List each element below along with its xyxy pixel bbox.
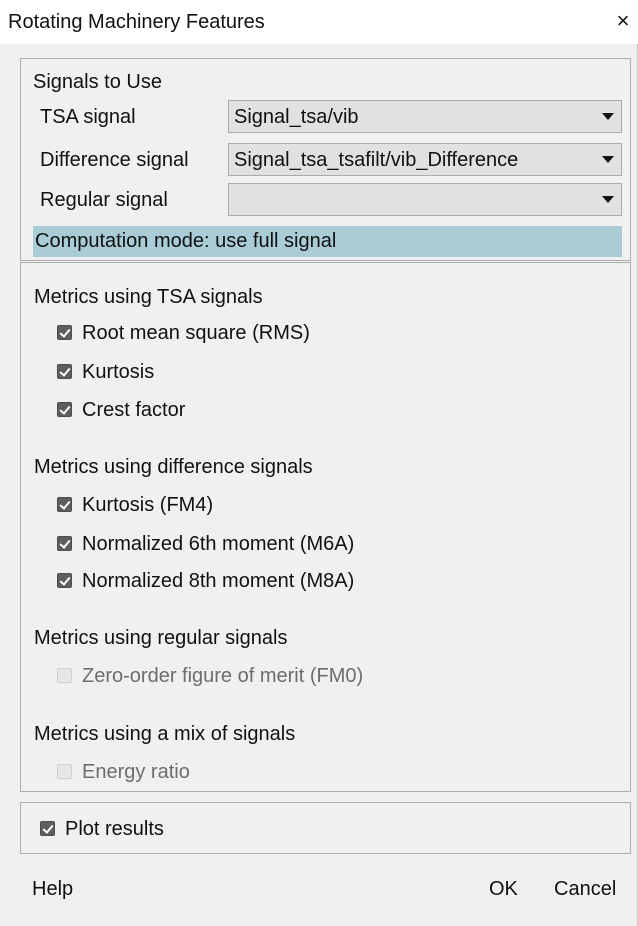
plot-results-label: Plot results xyxy=(65,818,164,840)
difference-metrics-heading: Metrics using difference signals xyxy=(34,456,313,478)
rms-label: Root mean square (RMS) xyxy=(82,322,310,344)
tsa-metrics-heading: Metrics using TSA signals xyxy=(34,286,263,308)
regular-metrics-heading: Metrics using regular signals xyxy=(34,627,288,649)
computation-mode-text: Computation mode: use full signal xyxy=(35,230,337,252)
checkbox-checked-icon xyxy=(57,402,72,417)
dropdown-arrow-icon xyxy=(602,113,614,120)
m6a-label: Normalized 6th moment (M6A) xyxy=(82,533,355,555)
signals-panel: Signals to Use TSA signal Signal_tsa/vib… xyxy=(20,58,631,261)
regular-signal-label: Regular signal xyxy=(40,189,168,211)
checkbox-checked-icon xyxy=(57,497,72,512)
crest-factor-label: Crest factor xyxy=(82,399,186,421)
dropdown-arrow-icon xyxy=(602,156,614,163)
mix-metrics-heading: Metrics using a mix of signals xyxy=(34,723,296,745)
checkbox-disabled-icon xyxy=(57,764,72,779)
m8a-label: Normalized 8th moment (M8A) xyxy=(82,570,355,592)
checkbox-checked-icon xyxy=(57,364,72,379)
close-button[interactable]: × xyxy=(608,4,638,38)
help-button[interactable]: Help xyxy=(32,876,73,902)
cancel-button[interactable]: Cancel xyxy=(554,876,616,902)
title-bar: Rotating Machinery Features × xyxy=(0,0,638,44)
tsa-signal-dropdown[interactable]: Signal_tsa/vib xyxy=(228,100,622,133)
checkbox-checked-icon xyxy=(57,325,72,340)
difference-signal-value: Signal_tsa_tsafilt/vib_Difference xyxy=(234,149,519,171)
checkbox-checked-icon xyxy=(57,573,72,588)
difference-signal-label: Difference signal xyxy=(40,149,189,171)
ok-button[interactable]: OK xyxy=(489,876,518,902)
fm0-label: Zero-order figure of merit (FM0) xyxy=(82,665,364,687)
checkbox-disabled-icon xyxy=(57,668,72,683)
regular-signal-dropdown[interactable] xyxy=(228,183,622,216)
kurtosis-fm4-label: Kurtosis (FM4) xyxy=(82,494,214,516)
checkbox-checked-icon xyxy=(57,536,72,551)
metrics-panel: Metrics using TSA signals Root mean squa… xyxy=(20,262,631,792)
tsa-signal-value: Signal_tsa/vib xyxy=(234,106,359,128)
rotating-machinery-features-dialog: Rotating Machinery Features × Signals to… xyxy=(0,0,638,926)
signals-heading: Signals to Use xyxy=(33,71,162,93)
difference-signal-dropdown[interactable]: Signal_tsa_tsafilt/vib_Difference xyxy=(228,143,622,176)
window-title: Rotating Machinery Features xyxy=(8,11,265,33)
tsa-signal-label: TSA signal xyxy=(40,106,136,128)
kurtosis-label: Kurtosis xyxy=(82,361,155,383)
dropdown-arrow-icon xyxy=(602,196,614,203)
plot-panel: Plot results xyxy=(20,802,631,854)
computation-mode-bar: Computation mode: use full signal xyxy=(33,226,622,257)
checkbox-checked-icon xyxy=(40,821,55,836)
energy-ratio-label: Energy ratio xyxy=(82,761,190,783)
